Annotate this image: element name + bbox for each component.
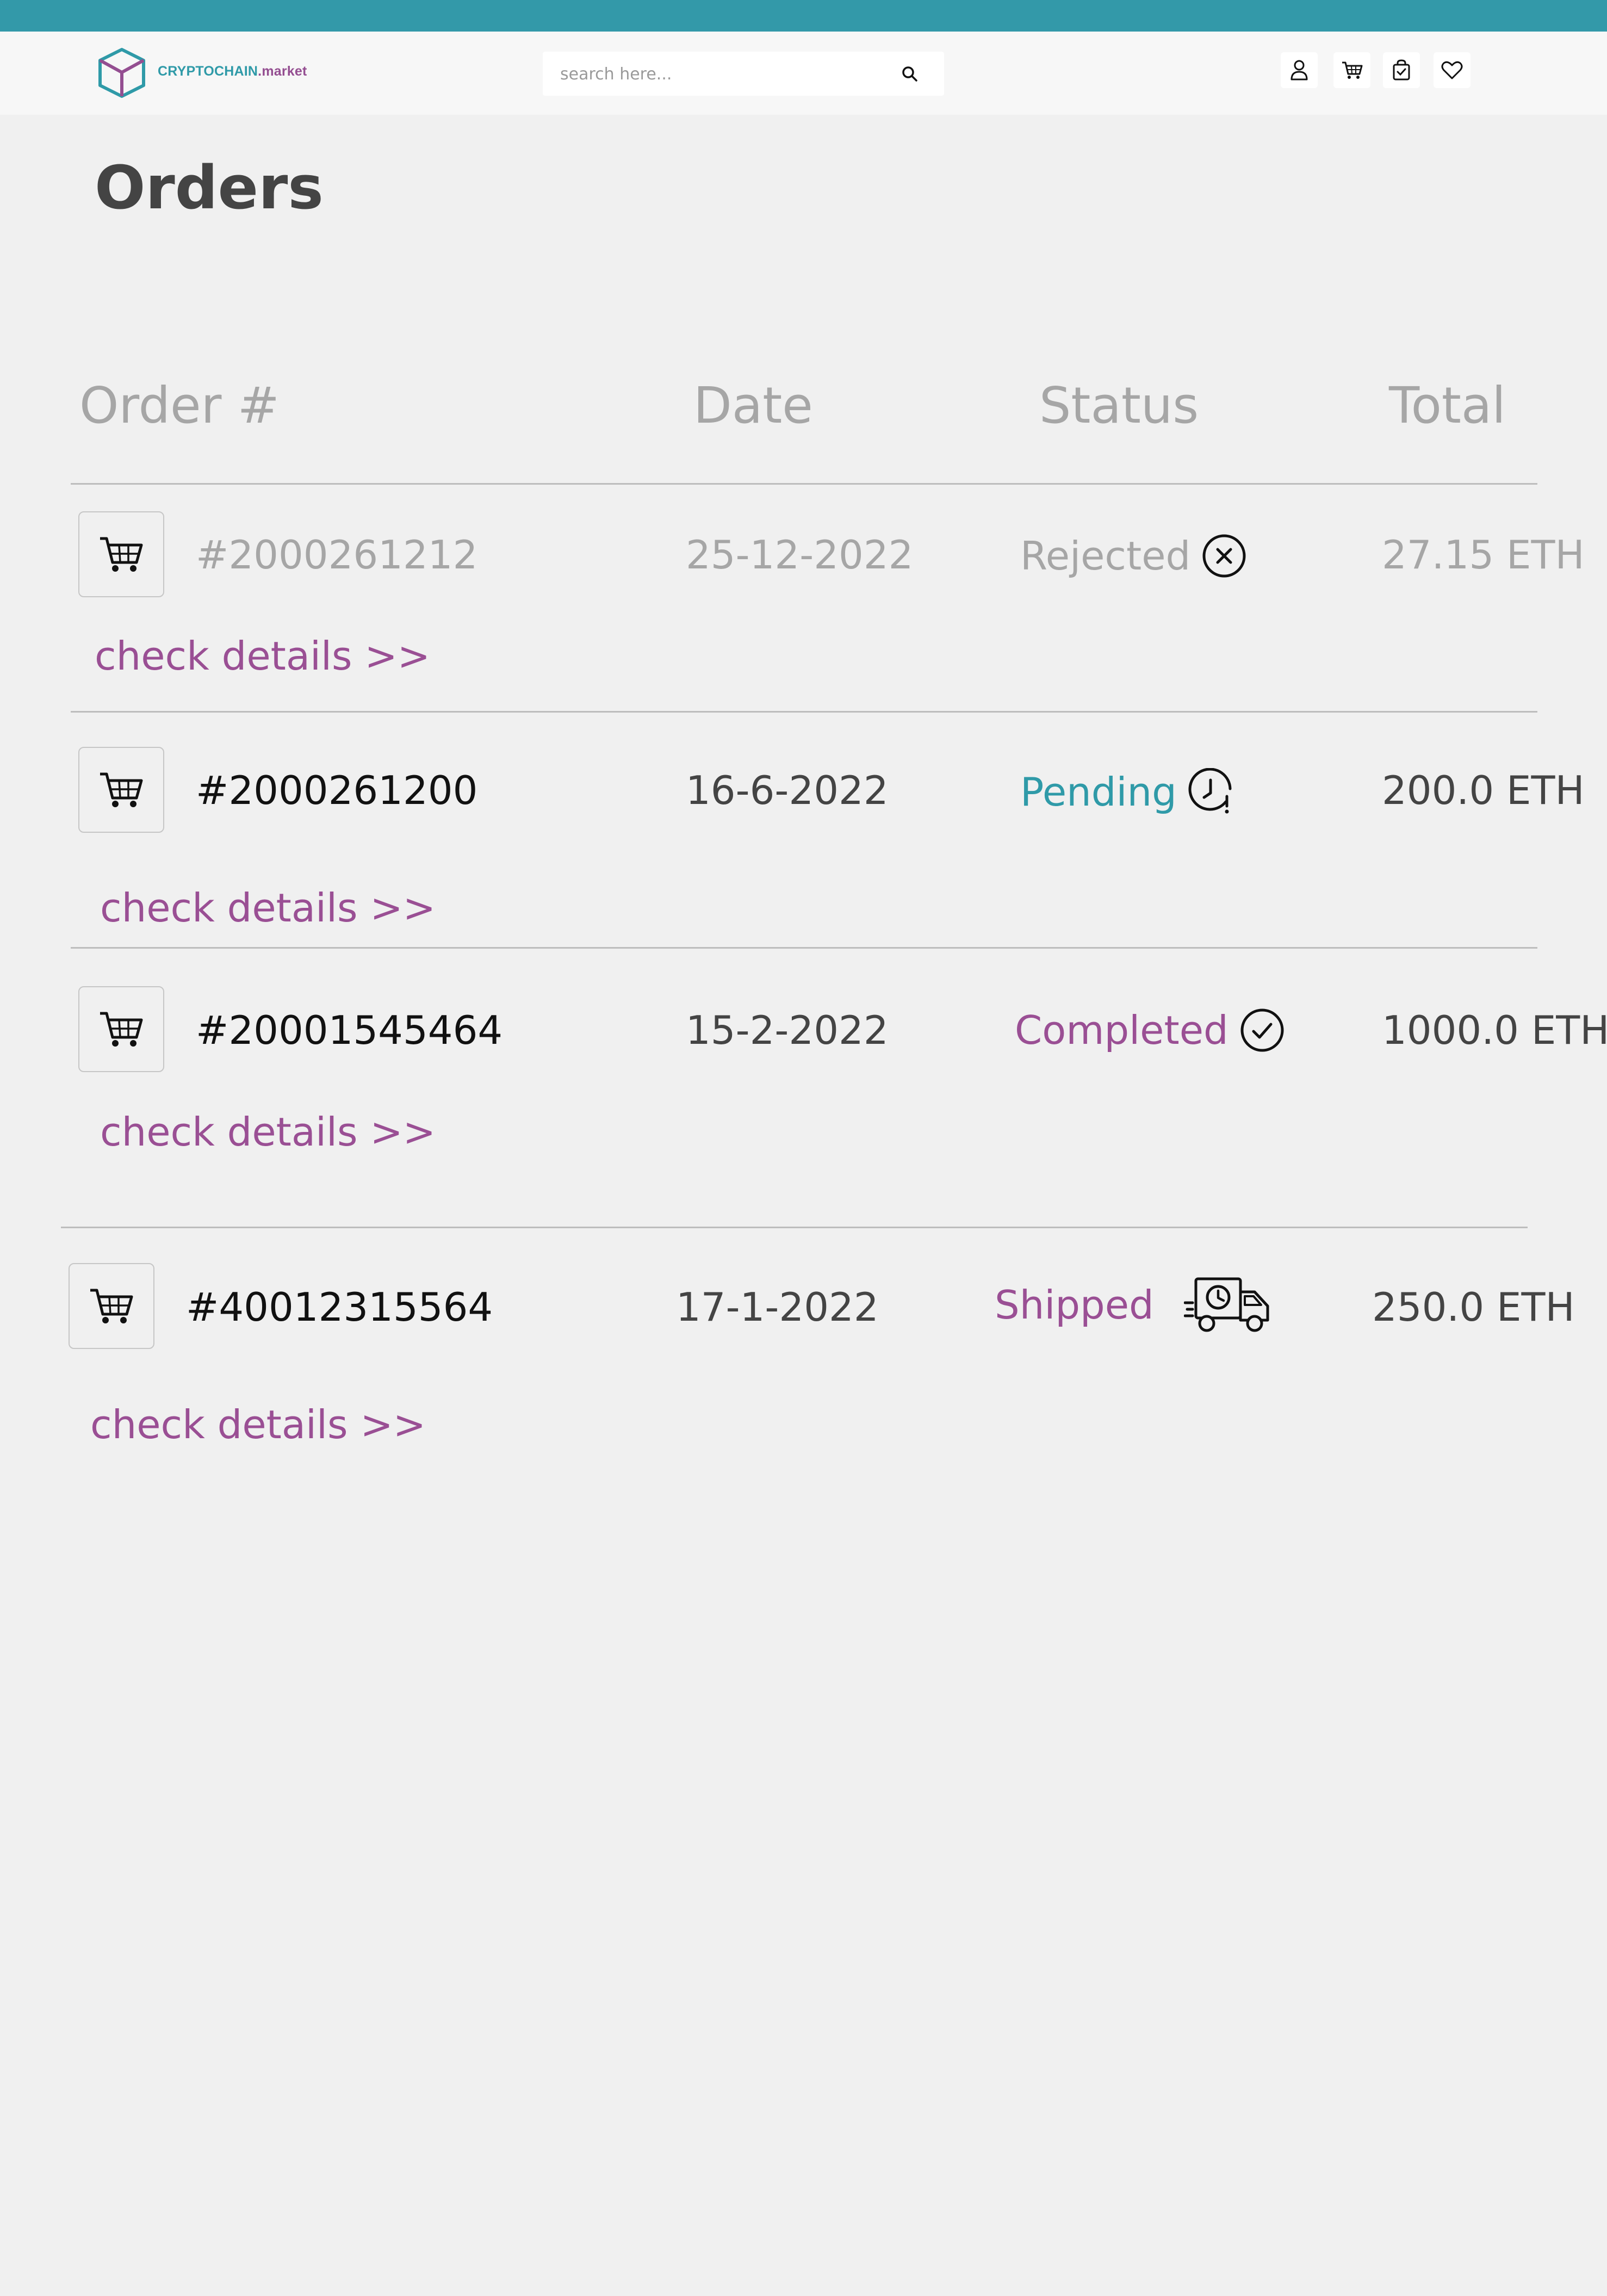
order-cart-button[interactable] — [78, 747, 164, 833]
order-number: #20001545464 — [196, 1007, 503, 1053]
cart-icon — [90, 1289, 133, 1323]
shopping-bag-icon — [1393, 59, 1410, 81]
status-badge: Shipped — [995, 1276, 1271, 1334]
order-cart-button[interactable] — [69, 1263, 154, 1349]
search-icon — [902, 66, 917, 82]
brand-name-suffix: .market — [258, 64, 307, 79]
clock-alert-icon — [1188, 768, 1232, 814]
wishlist-button[interactable] — [1434, 52, 1471, 88]
status-badge: Pending — [1020, 768, 1236, 816]
order-date: 15-2-2022 — [686, 1007, 889, 1053]
account-button[interactable] — [1281, 52, 1318, 88]
x-circle-icon — [1202, 534, 1246, 578]
column-header-order: Order # — [79, 376, 280, 435]
heart-icon — [1441, 61, 1463, 79]
status-label: Shipped — [995, 1282, 1154, 1328]
order-total: 1000.0 ETH — [1382, 1007, 1607, 1053]
top-accent-bar — [0, 0, 1607, 32]
column-header-date: Date — [693, 376, 813, 435]
status-badge: Rejected — [1020, 533, 1247, 579]
cart-icon — [100, 1012, 143, 1047]
order-number: #2000261212 — [196, 532, 478, 578]
table-divider — [71, 711, 1537, 713]
order-date: 17-1-2022 — [676, 1284, 879, 1330]
status-label: Completed — [1015, 1007, 1228, 1053]
column-header-status: Status — [1039, 376, 1199, 435]
order-number: #40012315564 — [186, 1284, 493, 1330]
check-details-link[interactable]: check details >> — [90, 1405, 426, 1444]
search-button[interactable] — [896, 60, 923, 88]
search-bar — [543, 52, 944, 97]
search-input[interactable] — [559, 52, 888, 97]
order-total: 250.0 ETH — [1372, 1284, 1575, 1330]
check-details-link[interactable]: check details >> — [100, 888, 436, 927]
status-badge: Completed — [1015, 1007, 1285, 1053]
brand-name-primary: CRYPTOCHAIN — [158, 64, 258, 79]
order-date: 25-12-2022 — [686, 532, 914, 578]
page-title: Orders — [95, 153, 324, 222]
cart-icon — [1342, 61, 1363, 79]
brand-name[interactable]: CRYPTOCHAIN.market — [158, 64, 307, 79]
cart-icon — [100, 772, 143, 807]
order-cart-button[interactable] — [78, 511, 164, 597]
delivery-truck-icon — [1183, 1277, 1269, 1332]
table-divider — [71, 947, 1537, 949]
table-divider — [61, 1227, 1528, 1228]
order-total: 27.15 ETH — [1382, 532, 1585, 578]
order-number: #2000261200 — [196, 768, 478, 813]
check-circle-icon — [1240, 1008, 1284, 1052]
orders-bag-button[interactable] — [1383, 52, 1420, 88]
cart-icon — [100, 537, 143, 572]
user-icon — [1290, 60, 1308, 81]
logo-cube-icon[interactable] — [97, 47, 147, 98]
check-details-link[interactable]: check details >> — [95, 636, 430, 676]
column-header-total: Total — [1389, 376, 1506, 435]
status-label: Rejected — [1020, 533, 1191, 579]
cart-button[interactable] — [1333, 52, 1370, 88]
check-details-link[interactable]: check details >> — [100, 1112, 436, 1152]
order-total: 200.0 ETH — [1382, 768, 1585, 813]
status-label: Pending — [1020, 769, 1177, 815]
order-cart-button[interactable] — [78, 986, 164, 1072]
table-divider — [71, 483, 1537, 485]
order-date: 16-6-2022 — [686, 768, 889, 813]
